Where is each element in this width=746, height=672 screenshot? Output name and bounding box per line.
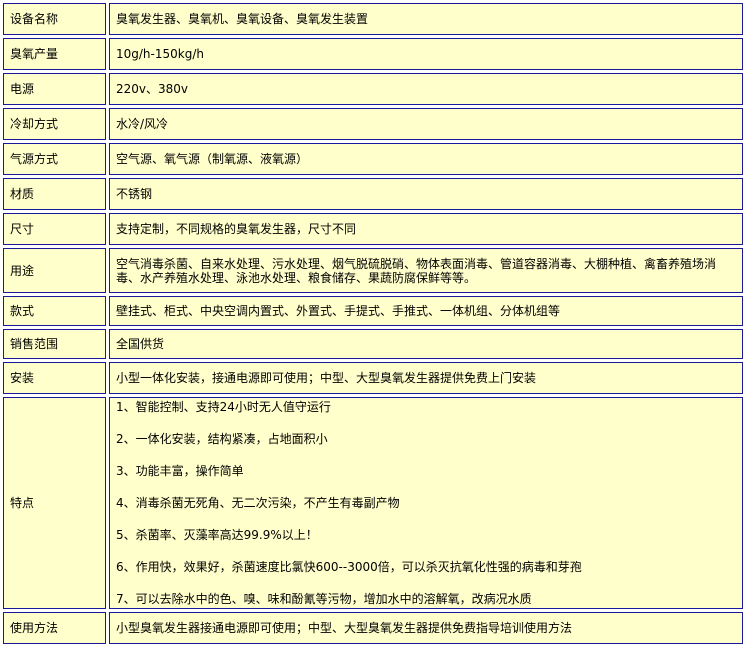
row-power: 电源 220v、380v (3, 73, 743, 105)
label-style: 款式 (3, 296, 106, 326)
row-size: 尺寸 支持定制，不同规格的臭氧发生器，尺寸不同 (3, 213, 743, 245)
label-power: 电源 (3, 73, 106, 105)
value-gas-source: 空气源、氧气源（制氧源、液氧源） (109, 143, 743, 175)
value-sales-range: 全国供货 (109, 329, 743, 359)
label-device-name: 设备名称 (3, 3, 106, 35)
row-device-name: 设备名称 臭氧发生器、臭氧机、臭氧设备、臭氧发生装置 (3, 3, 743, 35)
row-ozone-output: 臭氧产量 10g/h-150kg/h (3, 38, 743, 70)
label-usage-scope: 用途 (3, 248, 106, 293)
value-features: 1、智能控制、支持24小时无人值守运行 2、一体化安装，结构紧凑，占地面积小 3… (109, 397, 743, 609)
feature-item: 4、消毒杀菌无死角、无二次污染，不产生有毒副产物 (116, 496, 400, 510)
label-usage-method: 使用方法 (3, 612, 106, 644)
feature-item: 5、杀菌率、灭藻率高达99.9%以上！ (116, 528, 318, 542)
label-sales-range: 销售范围 (3, 329, 106, 359)
label-installation: 安装 (3, 362, 106, 394)
value-power: 220v、380v (109, 73, 743, 105)
value-material: 不锈钢 (109, 178, 743, 210)
feature-item: 3、功能丰富，操作简单 (116, 464, 244, 478)
features-list: 1、智能控制、支持24小时无人值守运行 2、一体化安装，结构紧凑，占地面积小 3… (116, 400, 736, 606)
row-style: 款式 壁挂式、柜式、中央空调内置式、外置式、手提式、手推式、一体机组、分体机组等 (3, 296, 743, 326)
spec-table: 设备名称 臭氧发生器、臭氧机、臭氧设备、臭氧发生装置 臭氧产量 10g/h-15… (0, 0, 746, 647)
row-material: 材质 不锈钢 (3, 178, 743, 210)
label-gas-source: 气源方式 (3, 143, 106, 175)
feature-item: 6、作用快，效果好，杀菌速度比氯快600--3000倍，可以杀灭抗氧化性强的病毒… (116, 560, 582, 574)
row-features: 特点 1、智能控制、支持24小时无人值守运行 2、一体化安装，结构紧凑，占地面积… (3, 397, 743, 609)
feature-item: 7、可以去除水中的色、嗅、味和酚氰等污物，增加水中的溶解氧，改病况水质 (116, 592, 532, 606)
row-installation: 安装 小型一体化安装，接通电源即可使用；中型、大型臭氧发生器提供免费上门安装 (3, 362, 743, 394)
row-usage-scope: 用途 空气消毒杀菌、自来水处理、污水处理、烟气脱硫脱硝、物体表面消毒、管道容器消… (3, 248, 743, 293)
label-size: 尺寸 (3, 213, 106, 245)
row-usage-method: 使用方法 小型臭氧发生器接通电源即可使用；中型、大型臭氧发生器提供免费指导培训使… (3, 612, 743, 644)
value-cooling: 水冷/风冷 (109, 108, 743, 140)
label-cooling: 冷却方式 (3, 108, 106, 140)
label-features: 特点 (3, 397, 106, 609)
value-ozone-output: 10g/h-150kg/h (109, 38, 743, 70)
value-device-name: 臭氧发生器、臭氧机、臭氧设备、臭氧发生装置 (109, 3, 743, 35)
value-usage-method: 小型臭氧发生器接通电源即可使用；中型、大型臭氧发生器提供免费指导培训使用方法 (109, 612, 743, 644)
value-installation: 小型一体化安装，接通电源即可使用；中型、大型臭氧发生器提供免费上门安装 (109, 362, 743, 394)
value-size: 支持定制，不同规格的臭氧发生器，尺寸不同 (109, 213, 743, 245)
row-sales-range: 销售范围 全国供货 (3, 329, 743, 359)
feature-item: 2、一体化安装，结构紧凑，占地面积小 (116, 432, 328, 446)
row-gas-source: 气源方式 空气源、氧气源（制氧源、液氧源） (3, 143, 743, 175)
label-material: 材质 (3, 178, 106, 210)
value-style: 壁挂式、柜式、中央空调内置式、外置式、手提式、手推式、一体机组、分体机组等 (109, 296, 743, 326)
row-cooling: 冷却方式 水冷/风冷 (3, 108, 743, 140)
feature-item: 1、智能控制、支持24小时无人值守运行 (116, 400, 331, 414)
value-usage-scope: 空气消毒杀菌、自来水处理、污水处理、烟气脱硫脱硝、物体表面消毒、管道容器消毒、大… (109, 248, 743, 293)
label-ozone-output: 臭氧产量 (3, 38, 106, 70)
